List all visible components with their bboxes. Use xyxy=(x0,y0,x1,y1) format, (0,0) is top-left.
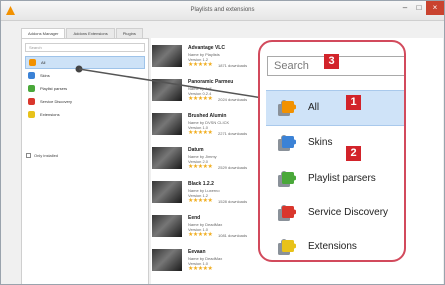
zoomed-category-label: Playlist parsers xyxy=(308,173,376,184)
callout-badge-all: 1 xyxy=(346,95,361,110)
puzzle-orange-icon xyxy=(278,100,296,116)
puzzle-green-icon xyxy=(278,171,296,187)
callout-badge-search: 3 xyxy=(324,54,339,69)
zoomed-category-label: Extensions xyxy=(308,241,357,252)
zoomed-category-playlist-parsers[interactable]: Playlist parsers xyxy=(266,162,404,198)
zoomed-category-service-discovery[interactable]: Service Discovery xyxy=(266,196,404,232)
zoomed-category-label: Service Discovery xyxy=(308,207,389,218)
puzzle-blue-icon xyxy=(278,135,296,151)
callout-line xyxy=(78,68,283,102)
zoomed-category-panel: Search All Skins Playlist parsers Servic… xyxy=(258,40,406,262)
zoomed-category-label: All xyxy=(308,102,320,113)
zoomed-category-label: Skins xyxy=(308,137,333,148)
zoomed-category-skins[interactable]: Skins xyxy=(266,126,404,162)
zoomed-category-all[interactable]: All xyxy=(266,90,404,126)
zoomed-category-extensions[interactable]: Extensions xyxy=(266,230,404,260)
puzzle-red-icon xyxy=(278,205,296,221)
callout-badge-categories: 2 xyxy=(346,146,361,161)
puzzle-yellow-icon xyxy=(278,239,296,255)
